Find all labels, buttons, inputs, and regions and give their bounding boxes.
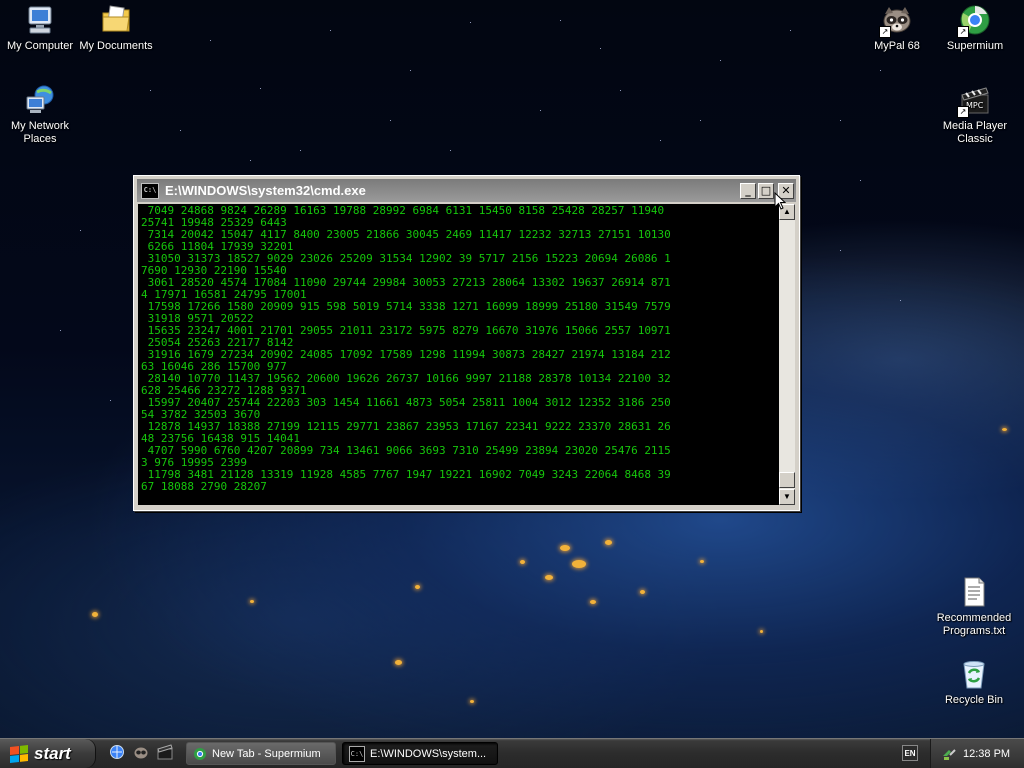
taskbar-button-supermium[interactable]: New Tab - Supermium bbox=[186, 742, 336, 765]
start-button[interactable]: start bbox=[0, 739, 96, 768]
system-tray: 12:38 PM bbox=[930, 739, 1024, 768]
console-output[interactable]: 7049 24868 9824 26289 16163 19788 28992 … bbox=[138, 204, 779, 505]
media-player-classic-icon: MPC ↗ bbox=[957, 84, 991, 118]
desktop-icon-media-player-classic[interactable]: MPC ↗ Media Player Classic bbox=[935, 84, 1015, 146]
maximize-button[interactable]: □ bbox=[758, 182, 774, 199]
vertical-scrollbar[interactable]: ▲ ▼ bbox=[779, 204, 795, 505]
cmd-window[interactable]: C:\ E:\WINDOWS\system32\cmd.exe _ □ ✕ 70… bbox=[133, 175, 800, 511]
task-label: E:\WINDOWS\system... bbox=[370, 747, 487, 760]
language-indicator[interactable]: EN bbox=[902, 745, 918, 761]
scroll-thumb[interactable] bbox=[779, 472, 795, 488]
desktop-icon-label: Recycle Bin bbox=[944, 694, 1004, 706]
desktop-icon-label: My Network Places bbox=[10, 120, 70, 145]
task-label: New Tab - Supermium bbox=[212, 747, 321, 760]
text-file-icon bbox=[958, 576, 990, 608]
scroll-down-button[interactable]: ▼ bbox=[779, 489, 795, 505]
documents-folder-icon bbox=[100, 4, 132, 36]
minimize-button[interactable]: _ bbox=[740, 182, 756, 199]
desktop-icon-supermium[interactable]: ↗ Supermium bbox=[935, 4, 1015, 53]
mypal-raccoon-icon: ↗ bbox=[879, 4, 913, 38]
console-text: 7049 24868 9824 26289 16163 19788 28992 … bbox=[141, 204, 671, 493]
desktop-icon-label: Media Player Classic bbox=[942, 120, 1008, 145]
desktop-icon-label: My Documents bbox=[79, 40, 153, 52]
computer-icon bbox=[24, 4, 56, 36]
shortcut-arrow-icon: ↗ bbox=[957, 106, 969, 118]
desktop-icon-label: Supermium bbox=[946, 40, 1004, 52]
start-label: start bbox=[34, 743, 71, 763]
desktop-icon-my-documents[interactable]: My Documents bbox=[76, 4, 156, 53]
network-places-icon bbox=[24, 84, 56, 116]
cmd-title-bar[interactable]: C:\ E:\WINDOWS\system32\cmd.exe _ □ ✕ bbox=[137, 179, 796, 202]
shortcut-arrow-icon: ↗ bbox=[957, 26, 969, 38]
recycle-bin-icon bbox=[958, 658, 990, 690]
media-player-quicklaunch-icon[interactable] bbox=[156, 744, 174, 762]
desktop-icon-my-network-places[interactable]: My Network Places bbox=[0, 84, 80, 146]
desktop-icon-recycle-bin[interactable]: Recycle Bin bbox=[934, 658, 1014, 707]
desktop-icon-recommended-programs[interactable]: Recommended Programs.txt bbox=[934, 576, 1014, 638]
desktop-icon-mypal[interactable]: ↗ MyPal 68 bbox=[857, 4, 937, 53]
clock[interactable]: 12:38 PM bbox=[963, 748, 1010, 760]
shortcut-arrow-icon: ↗ bbox=[879, 26, 891, 38]
safely-remove-hardware-icon[interactable] bbox=[941, 746, 957, 762]
taskbar: start New Tab - Supermium C:\ E:\WINDOWS… bbox=[0, 738, 1024, 768]
supermium-task-icon bbox=[193, 747, 207, 761]
desktop-icon-label: My Computer bbox=[6, 40, 74, 52]
cmd-app-icon[interactable]: C:\ bbox=[141, 182, 159, 199]
cmd-task-icon: C:\ bbox=[349, 745, 365, 762]
window-title: E:\WINDOWS\system32\cmd.exe bbox=[165, 183, 366, 198]
browser-quicklaunch-icon[interactable] bbox=[108, 744, 126, 762]
desktop-icon-label: Recommended Programs.txt bbox=[936, 612, 1012, 637]
desktop-icon-my-computer[interactable]: My Computer bbox=[0, 4, 80, 53]
supermium-browser-icon: ↗ bbox=[957, 4, 991, 38]
taskbar-button-cmd[interactable]: C:\ E:\WINDOWS\system... bbox=[342, 742, 498, 765]
windows-flag-icon bbox=[10, 744, 28, 763]
mouse-cursor-icon bbox=[774, 191, 787, 215]
desktop-icon-label: MyPal 68 bbox=[874, 40, 920, 52]
mypal-quicklaunch-icon[interactable] bbox=[132, 744, 150, 762]
